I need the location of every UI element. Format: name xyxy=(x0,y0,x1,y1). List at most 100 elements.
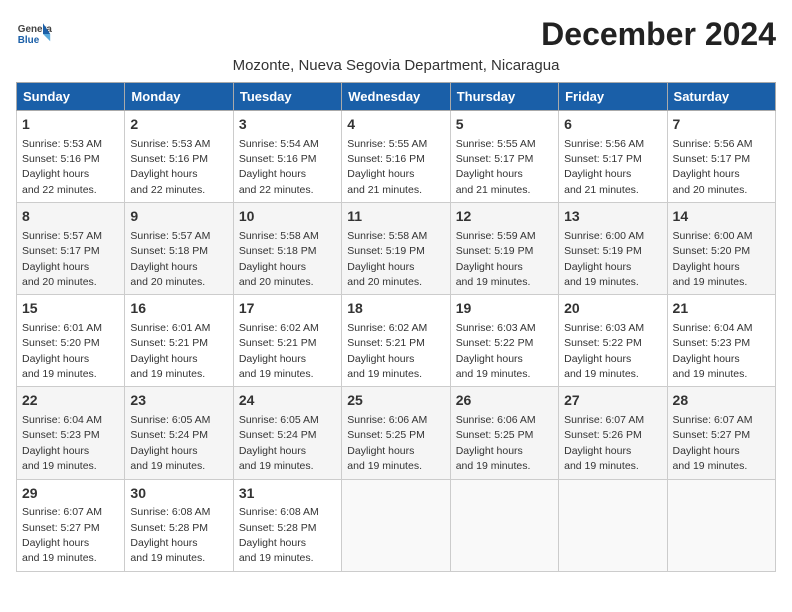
calendar-day-cell xyxy=(342,479,450,571)
day-number: 30 xyxy=(130,484,227,504)
day-info: Sunrise: 5:58 AMSunset: 5:18 PMDaylight … xyxy=(239,230,319,288)
day-info: Sunrise: 6:07 AMSunset: 5:27 PMDaylight … xyxy=(22,506,102,564)
calendar-day-cell: 8 Sunrise: 5:57 AMSunset: 5:17 PMDayligh… xyxy=(17,203,125,295)
day-info: Sunrise: 6:04 AMSunset: 5:23 PMDaylight … xyxy=(673,322,753,380)
day-number: 9 xyxy=(130,207,227,227)
day-info: Sunrise: 5:55 AMSunset: 5:16 PMDaylight … xyxy=(347,138,427,196)
weekday-header-cell: Wednesday xyxy=(342,83,450,111)
calendar-day-cell: 4 Sunrise: 5:55 AMSunset: 5:16 PMDayligh… xyxy=(342,111,450,203)
day-number: 15 xyxy=(22,299,119,319)
page-container: General Blue December 2024 Mozonte, Nuev… xyxy=(16,16,776,572)
weekday-header-cell: Friday xyxy=(559,83,667,111)
weekday-header-row: SundayMondayTuesdayWednesdayThursdayFrid… xyxy=(17,83,776,111)
calendar-day-cell xyxy=(667,479,775,571)
day-info: Sunrise: 6:03 AMSunset: 5:22 PMDaylight … xyxy=(456,322,536,380)
calendar-day-cell: 14 Sunrise: 6:00 AMSunset: 5:20 PMDaylig… xyxy=(667,203,775,295)
day-number: 10 xyxy=(239,207,336,227)
day-number: 19 xyxy=(456,299,553,319)
day-number: 4 xyxy=(347,115,444,135)
calendar-day-cell: 24 Sunrise: 6:05 AMSunset: 5:24 PMDaylig… xyxy=(233,387,341,479)
calendar-day-cell: 30 Sunrise: 6:08 AMSunset: 5:28 PMDaylig… xyxy=(125,479,233,571)
day-number: 27 xyxy=(564,391,661,411)
day-info: Sunrise: 6:05 AMSunset: 5:24 PMDaylight … xyxy=(239,414,319,472)
day-number: 25 xyxy=(347,391,444,411)
day-number: 13 xyxy=(564,207,661,227)
calendar-day-cell: 9 Sunrise: 5:57 AMSunset: 5:18 PMDayligh… xyxy=(125,203,233,295)
weekday-header-cell: Thursday xyxy=(450,83,558,111)
day-number: 3 xyxy=(239,115,336,135)
calendar-day-cell xyxy=(450,479,558,571)
day-info: Sunrise: 5:57 AMSunset: 5:17 PMDaylight … xyxy=(22,230,102,288)
calendar-day-cell: 1 Sunrise: 5:53 AMSunset: 5:16 PMDayligh… xyxy=(17,111,125,203)
day-number: 22 xyxy=(22,391,119,411)
day-info: Sunrise: 6:01 AMSunset: 5:20 PMDaylight … xyxy=(22,322,102,380)
calendar-day-cell: 2 Sunrise: 5:53 AMSunset: 5:16 PMDayligh… xyxy=(125,111,233,203)
day-number: 18 xyxy=(347,299,444,319)
calendar-day-cell: 31 Sunrise: 6:08 AMSunset: 5:28 PMDaylig… xyxy=(233,479,341,571)
day-number: 5 xyxy=(456,115,553,135)
day-info: Sunrise: 5:58 AMSunset: 5:19 PMDaylight … xyxy=(347,230,427,288)
svg-text:Blue: Blue xyxy=(18,35,40,46)
day-info: Sunrise: 6:06 AMSunset: 5:25 PMDaylight … xyxy=(347,414,427,472)
day-number: 20 xyxy=(564,299,661,319)
calendar-week-row: 8 Sunrise: 5:57 AMSunset: 5:17 PMDayligh… xyxy=(17,203,776,295)
calendar-day-cell: 12 Sunrise: 5:59 AMSunset: 5:19 PMDaylig… xyxy=(450,203,558,295)
calendar-day-cell: 23 Sunrise: 6:05 AMSunset: 5:24 PMDaylig… xyxy=(125,387,233,479)
day-number: 14 xyxy=(673,207,770,227)
day-number: 7 xyxy=(673,115,770,135)
day-info: Sunrise: 6:08 AMSunset: 5:28 PMDaylight … xyxy=(130,506,210,564)
calendar-day-cell: 27 Sunrise: 6:07 AMSunset: 5:26 PMDaylig… xyxy=(559,387,667,479)
weekday-header-cell: Sunday xyxy=(17,83,125,111)
calendar-day-cell: 15 Sunrise: 6:01 AMSunset: 5:20 PMDaylig… xyxy=(17,295,125,387)
day-info: Sunrise: 5:57 AMSunset: 5:18 PMDaylight … xyxy=(130,230,210,288)
calendar-day-cell: 25 Sunrise: 6:06 AMSunset: 5:25 PMDaylig… xyxy=(342,387,450,479)
day-info: Sunrise: 6:07 AMSunset: 5:26 PMDaylight … xyxy=(564,414,644,472)
calendar-day-cell: 29 Sunrise: 6:07 AMSunset: 5:27 PMDaylig… xyxy=(17,479,125,571)
subtitle: Mozonte, Nueva Segovia Department, Nicar… xyxy=(16,57,776,74)
calendar-day-cell: 6 Sunrise: 5:56 AMSunset: 5:17 PMDayligh… xyxy=(559,111,667,203)
calendar-day-cell: 20 Sunrise: 6:03 AMSunset: 5:22 PMDaylig… xyxy=(559,295,667,387)
calendar-day-cell: 5 Sunrise: 5:55 AMSunset: 5:17 PMDayligh… xyxy=(450,111,558,203)
calendar-day-cell: 10 Sunrise: 5:58 AMSunset: 5:18 PMDaylig… xyxy=(233,203,341,295)
day-info: Sunrise: 5:53 AMSunset: 5:16 PMDaylight … xyxy=(130,138,210,196)
day-number: 21 xyxy=(673,299,770,319)
day-number: 11 xyxy=(347,207,444,227)
calendar-table: SundayMondayTuesdayWednesdayThursdayFrid… xyxy=(16,82,776,572)
day-number: 8 xyxy=(22,207,119,227)
day-number: 24 xyxy=(239,391,336,411)
calendar-day-cell: 7 Sunrise: 5:56 AMSunset: 5:17 PMDayligh… xyxy=(667,111,775,203)
day-info: Sunrise: 6:02 AMSunset: 5:21 PMDaylight … xyxy=(347,322,427,380)
day-info: Sunrise: 6:03 AMSunset: 5:22 PMDaylight … xyxy=(564,322,644,380)
day-info: Sunrise: 5:53 AMSunset: 5:16 PMDaylight … xyxy=(22,138,102,196)
day-info: Sunrise: 6:00 AMSunset: 5:19 PMDaylight … xyxy=(564,230,644,288)
day-info: Sunrise: 6:05 AMSunset: 5:24 PMDaylight … xyxy=(130,414,210,472)
calendar-day-cell: 11 Sunrise: 5:58 AMSunset: 5:19 PMDaylig… xyxy=(342,203,450,295)
day-info: Sunrise: 6:06 AMSunset: 5:25 PMDaylight … xyxy=(456,414,536,472)
calendar-week-row: 1 Sunrise: 5:53 AMSunset: 5:16 PMDayligh… xyxy=(17,111,776,203)
header: General Blue December 2024 xyxy=(16,16,776,53)
calendar-week-row: 15 Sunrise: 6:01 AMSunset: 5:20 PMDaylig… xyxy=(17,295,776,387)
day-number: 2 xyxy=(130,115,227,135)
calendar-day-cell: 21 Sunrise: 6:04 AMSunset: 5:23 PMDaylig… xyxy=(667,295,775,387)
calendar-week-row: 22 Sunrise: 6:04 AMSunset: 5:23 PMDaylig… xyxy=(17,387,776,479)
calendar-body: 1 Sunrise: 5:53 AMSunset: 5:16 PMDayligh… xyxy=(17,111,776,572)
calendar-day-cell: 26 Sunrise: 6:06 AMSunset: 5:25 PMDaylig… xyxy=(450,387,558,479)
day-number: 28 xyxy=(673,391,770,411)
weekday-header-cell: Saturday xyxy=(667,83,775,111)
day-info: Sunrise: 5:56 AMSunset: 5:17 PMDaylight … xyxy=(673,138,753,196)
day-info: Sunrise: 5:56 AMSunset: 5:17 PMDaylight … xyxy=(564,138,644,196)
logo: General Blue xyxy=(16,16,56,52)
calendar-day-cell: 16 Sunrise: 6:01 AMSunset: 5:21 PMDaylig… xyxy=(125,295,233,387)
calendar-day-cell: 22 Sunrise: 6:04 AMSunset: 5:23 PMDaylig… xyxy=(17,387,125,479)
day-info: Sunrise: 5:54 AMSunset: 5:16 PMDaylight … xyxy=(239,138,319,196)
day-number: 12 xyxy=(456,207,553,227)
day-number: 17 xyxy=(239,299,336,319)
day-info: Sunrise: 6:08 AMSunset: 5:28 PMDaylight … xyxy=(239,506,319,564)
day-number: 6 xyxy=(564,115,661,135)
calendar-day-cell: 3 Sunrise: 5:54 AMSunset: 5:16 PMDayligh… xyxy=(233,111,341,203)
day-info: Sunrise: 5:55 AMSunset: 5:17 PMDaylight … xyxy=(456,138,536,196)
calendar-day-cell: 18 Sunrise: 6:02 AMSunset: 5:21 PMDaylig… xyxy=(342,295,450,387)
day-info: Sunrise: 5:59 AMSunset: 5:19 PMDaylight … xyxy=(456,230,536,288)
day-info: Sunrise: 6:01 AMSunset: 5:21 PMDaylight … xyxy=(130,322,210,380)
weekday-header-cell: Monday xyxy=(125,83,233,111)
